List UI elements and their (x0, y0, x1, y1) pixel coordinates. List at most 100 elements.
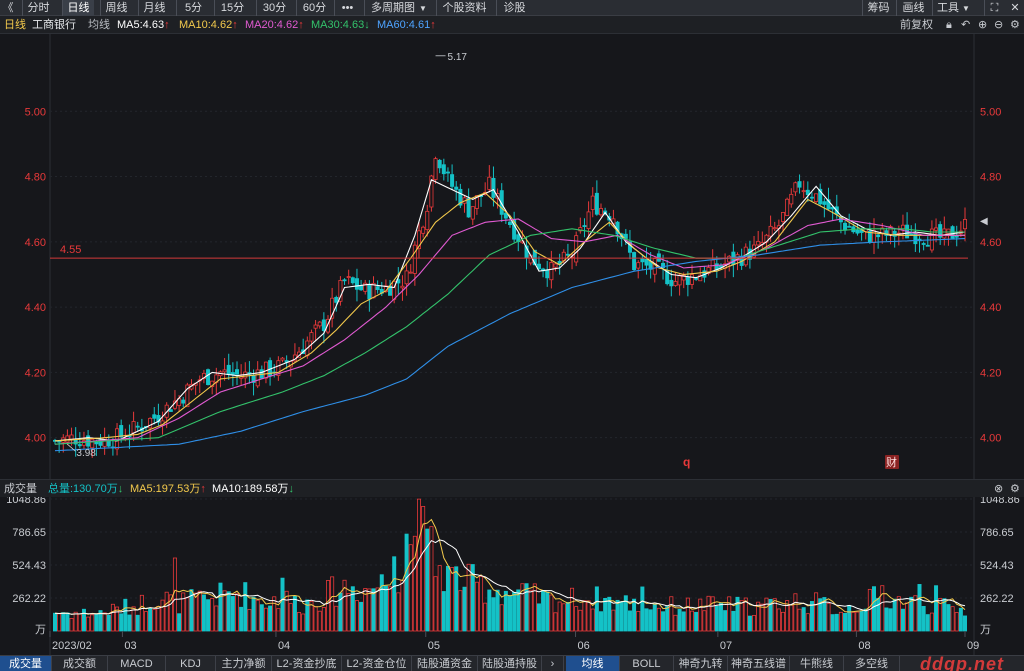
diagnose-button[interactable]: 诊股 (496, 0, 532, 16)
volume-bar-down (627, 610, 632, 632)
volume-settings-icon[interactable]: ⚙ (1010, 480, 1020, 498)
candle-up (636, 262, 641, 269)
stock-info-button[interactable]: 个股资料 (436, 0, 492, 16)
volume-bar-down (859, 610, 864, 632)
tab-l2-position[interactable]: L2-资金仓位 (342, 656, 412, 671)
tab-5min[interactable]: 5分 (176, 0, 210, 16)
volume-bar-up (797, 608, 802, 632)
volume-bar-down (863, 608, 868, 632)
candle-up (131, 421, 136, 434)
tab-60min[interactable]: 60分 (296, 0, 332, 16)
volume-bar-up (954, 612, 959, 632)
volume-tick-label: 1048.86 (980, 497, 1020, 506)
volume-bar-down (81, 608, 86, 632)
close-icon[interactable]: ✕ (1006, 0, 1024, 16)
chips-button[interactable]: 筹码 (862, 0, 894, 16)
ma-label[interactable]: 均线 (88, 16, 110, 34)
candle-up (404, 270, 409, 285)
volume-bar-down (723, 610, 728, 632)
volume-bar-down (847, 605, 852, 632)
volume-bar-down (106, 614, 111, 632)
tab-kdj[interactable]: KDJ (166, 656, 216, 671)
low-price-label: 3.98 (76, 448, 96, 459)
back-button[interactable]: 《 (0, 0, 16, 16)
tab-daily[interactable]: 日线 (62, 0, 94, 16)
volume-bar-up (690, 610, 695, 632)
candle-down (892, 230, 897, 237)
zoom-out-icon[interactable]: ⊖ (994, 16, 1003, 34)
volume-bar-up (458, 590, 463, 632)
candle-down (582, 225, 587, 227)
candle-down (454, 186, 459, 190)
volume-bar-up (416, 498, 421, 632)
zoom-in-icon[interactable]: ⊕ (978, 16, 987, 34)
volume-bar-up (160, 599, 165, 632)
volume-bar-down (512, 591, 517, 632)
volume-bar-up (851, 611, 856, 632)
tab-weekly[interactable]: 周线 (100, 0, 132, 16)
tab-macd[interactable]: MACD (108, 656, 166, 671)
volume-bar-down (731, 610, 736, 632)
multi-period-dropdown[interactable]: 多周期图 ▼ (364, 0, 428, 16)
tab-bull-bear[interactable]: 牛熊线 (790, 656, 844, 671)
volume-bar-up (152, 609, 157, 632)
tab-northbound-holdings[interactable]: 陆股通持股 (478, 656, 542, 671)
candle-down (565, 253, 570, 256)
candle-up (586, 211, 591, 229)
volume-bar-up (437, 565, 442, 632)
volume-bar-down (677, 609, 682, 632)
volume-bar-up (950, 606, 955, 632)
candle-up (425, 210, 430, 230)
tab-intraday[interactable]: 分时 (22, 0, 54, 16)
tab-30min[interactable]: 30分 (256, 0, 292, 16)
tab-northbound-funds[interactable]: 陆股通资金 (412, 656, 478, 671)
ma60-value: MA60:4.61↑ (377, 19, 436, 31)
tab-l2-bottom[interactable]: L2-资金抄底 (272, 656, 342, 671)
settings-icon[interactable]: ⚙ (1010, 16, 1020, 34)
adjust-button[interactable]: 前复权 (900, 16, 933, 34)
volume-bar-up (710, 596, 715, 632)
lock-icon[interactable]: 🔒︎ (946, 16, 952, 34)
volume-bar-up (793, 593, 798, 632)
volume-bar-up (255, 599, 260, 632)
tab-long-short[interactable]: 多空线 (844, 656, 900, 671)
draw-line-button[interactable]: 画线 (896, 0, 930, 16)
tab-turnover[interactable]: 成交额 (52, 656, 108, 671)
candle-up (400, 285, 405, 289)
candle-up (309, 332, 314, 342)
next-tabs-button[interactable]: › (542, 656, 564, 671)
volume-bar-up (727, 596, 732, 632)
expand-icon[interactable]: ⛶ (984, 0, 1004, 16)
candle-up (690, 274, 695, 285)
candlestick-chart[interactable]: 5.00 4.80 4.60 4.40 4.20 4.00 5.00 4.80 4.60 4.4… (0, 34, 1024, 479)
undo-icon[interactable]: ↶ (961, 16, 970, 34)
candle-down (545, 269, 550, 279)
price-tick-label: 4.20 (980, 367, 1001, 379)
volume-bar-down (371, 588, 376, 632)
candle-down (441, 164, 446, 175)
tab-volume[interactable]: 成交量 (0, 656, 52, 671)
tab-boll[interactable]: BOLL (620, 656, 674, 671)
ma5-value: MA5:4.63↑ (117, 19, 170, 31)
close-volume-icon[interactable]: ⊗ (994, 480, 1003, 498)
volume-bar-down (495, 589, 500, 632)
more-button[interactable]: ••• (334, 0, 360, 16)
tab-magic-nine[interactable]: 神奇九转 (674, 656, 728, 671)
tab-monthly[interactable]: 月线 (138, 0, 170, 16)
volume-total: 总量:130.70万↓ (48, 483, 124, 495)
volume-tick-label: 786.65 (12, 527, 46, 539)
volume-bar-down (491, 597, 496, 632)
candle-down (350, 277, 355, 284)
volume-tick-label: 786.65 (980, 527, 1014, 539)
tab-main-net[interactable]: 主力净额 (216, 656, 272, 671)
tools-dropdown[interactable]: 工具 ▼ (932, 0, 976, 16)
volume-bar-down (545, 591, 550, 632)
volume-chart[interactable]: 1048.86 1048.86 786.65 786.65 524.43 524.43 26… (0, 497, 1024, 655)
tab-magic-five[interactable]: 神奇五线谱 (728, 656, 790, 671)
volume-bar-up (185, 597, 190, 632)
tab-15min[interactable]: 15分 (214, 0, 250, 16)
volume-bar-up (636, 610, 641, 632)
candle-down (822, 201, 827, 205)
tab-ma[interactable]: 均线 (566, 656, 620, 671)
price-tick-label: 4.40 (25, 302, 46, 314)
